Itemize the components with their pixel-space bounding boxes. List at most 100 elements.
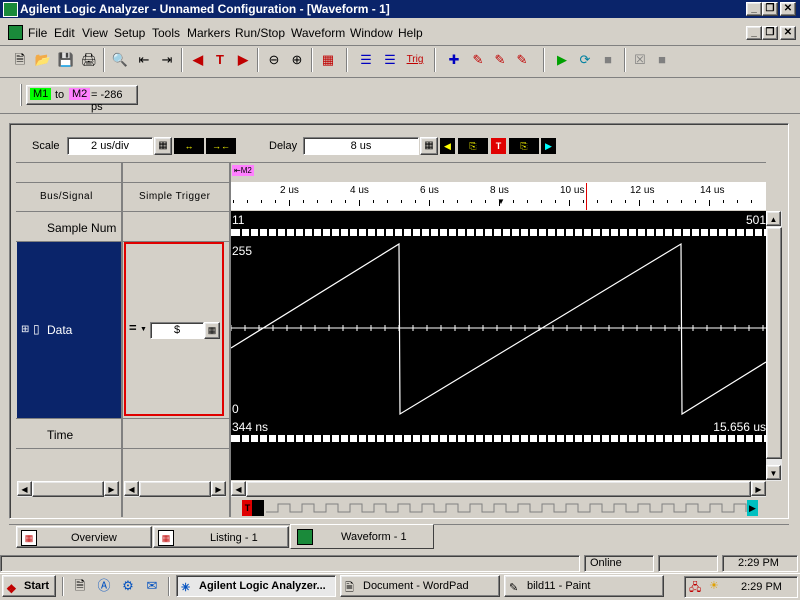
scroll-right-icon[interactable]: ▶ (211, 481, 226, 496)
ruler-tick-mark (639, 200, 640, 206)
scroll-thumb[interactable] (766, 227, 782, 459)
open-icon[interactable]: 📂 (33, 50, 53, 70)
scale-compress-icon[interactable]: →← (206, 138, 236, 154)
network-icon[interactable]: ⚙ (118, 576, 138, 596)
marker-1-icon[interactable]: ✚ (444, 50, 464, 70)
trigger-value-input[interactable]: $ (150, 322, 204, 339)
sun-icon[interactable]: ☀ (709, 579, 719, 592)
outlook-icon[interactable]: ✉ (142, 576, 162, 596)
time-row-label[interactable]: Time (47, 428, 73, 442)
scroll-left-icon[interactable]: ◀ (124, 481, 139, 496)
delay-end-icon[interactable]: ▶ (541, 138, 556, 154)
save-icon[interactable]: 💾 (56, 50, 76, 70)
scale-input[interactable]: 2 us/div (67, 137, 153, 155)
internet-explorer-icon[interactable]: Ⓐ (94, 576, 114, 596)
close-button[interactable]: ✕ (780, 2, 796, 16)
viewport-indicator[interactable] (252, 500, 264, 516)
m2-marker-tag[interactable]: ⇤M2 (232, 165, 254, 176)
trigger-operator[interactable]: = (129, 320, 137, 335)
menu-waveform[interactable]: Waveform (291, 26, 345, 40)
menu-markers[interactable]: Markers (187, 26, 230, 40)
scroll-thumb[interactable] (139, 481, 211, 497)
new-icon[interactable]: 🗎 (10, 50, 30, 70)
go-to-trigger-icon[interactable]: T (210, 50, 230, 70)
menu-help[interactable]: Help (398, 26, 423, 40)
doc-close-button[interactable]: ✕ (780, 26, 796, 40)
scroll-right-icon[interactable]: ▶ (104, 481, 119, 496)
menu-setup[interactable]: Setup (114, 26, 145, 40)
delay-calc-icon[interactable]: ▦ (420, 137, 438, 155)
run-icon[interactable]: ▶ (552, 50, 572, 70)
menu-file[interactable]: File (28, 26, 47, 40)
sample-num-row-label[interactable]: Sample Num (47, 221, 119, 235)
scroll-left-icon[interactable]: ◀ (17, 481, 32, 496)
chevron-down-icon[interactable]: ▼ (140, 326, 147, 333)
scale-calc-icon[interactable]: ▦ (154, 137, 172, 155)
tab-listing[interactable]: ▦ Listing - 1 (153, 526, 289, 548)
tab-waveform[interactable]: Waveform - 1 (290, 524, 434, 549)
find-previous-icon[interactable]: ⇤ (134, 50, 154, 70)
connect-icon[interactable]: ▦ (318, 50, 338, 70)
scroll-left-icon[interactable]: ◀ (231, 481, 246, 496)
find-next-icon[interactable]: ⇥ (157, 50, 177, 70)
cancel-icon[interactable]: ☒ (630, 50, 650, 70)
waveform-display[interactable]: 11 501 255 0 344 ns 15.656 us (231, 211, 766, 480)
menu-run-stop[interactable]: Run/Stop (235, 26, 285, 40)
taskbar-item-wordpad[interactable]: 🗎 Document - WordPad (340, 575, 500, 597)
scroll-thumb[interactable] (246, 481, 751, 497)
tab-overview[interactable]: ▦ Overview (16, 526, 152, 548)
delay-input[interactable]: 8 us (303, 137, 419, 155)
show-desktop-icon[interactable]: 🗎 (70, 576, 90, 596)
minimize-button[interactable]: _ (746, 2, 762, 16)
zoom-out-icon[interactable]: ⊖ (264, 50, 284, 70)
delay-next-edge-icon[interactable]: ⎘ (509, 138, 539, 154)
overview-strip[interactable]: T ▶ (242, 500, 758, 516)
run-repetitive-icon[interactable]: ⟳ (575, 50, 595, 70)
trigger-calc-icon[interactable]: ▦ (204, 322, 220, 339)
find-icon[interactable]: 🔍 (110, 50, 130, 70)
zoom-in-icon[interactable]: ⊕ (287, 50, 307, 70)
waveform-horizontal-scrollbar[interactable]: ◀ ▶ (231, 481, 766, 497)
menu-window[interactable]: Window (350, 26, 393, 40)
trig-button[interactable]: Trig (404, 50, 426, 70)
network-status-icon[interactable]: 🖧 (689, 579, 701, 598)
delay-start-icon[interactable]: ◀ (440, 138, 455, 154)
maximize-button[interactable]: ❐ (762, 2, 778, 16)
bus-signal-header[interactable]: Bus/Signal (40, 191, 93, 202)
scroll-right-icon[interactable]: ▶ (751, 481, 766, 496)
scroll-up-icon[interactable]: ▲ (766, 211, 781, 226)
stop-all-icon[interactable]: ■ (652, 50, 672, 70)
menu-tools[interactable]: Tools (152, 26, 180, 40)
expand-icon[interactable]: ⊞ (21, 324, 29, 335)
stop-icon[interactable]: ■ (598, 50, 618, 70)
go-to-end-icon[interactable]: ▶ (233, 50, 253, 70)
properties-icon[interactable]: ☰ (356, 50, 376, 70)
start-button[interactable]: ❖ Start (2, 575, 56, 597)
marker-2-icon[interactable]: ✎ (468, 50, 488, 70)
go-to-start-icon[interactable]: ◀ (188, 50, 208, 70)
print-icon[interactable]: 🖨 (79, 50, 99, 70)
marker-readout[interactable]: M1 to M2 = -286 ps (26, 85, 138, 113)
signal-column-scrollbar[interactable]: ◀ ▶ (17, 481, 119, 497)
doc-restore-button[interactable]: ❐ (762, 26, 778, 40)
simple-trigger-header[interactable]: Simple Trigger (139, 191, 210, 202)
taskbar-item-logic-analyzer[interactable]: ✳ Agilent Logic Analyzer... (176, 575, 336, 597)
taskbar-item-paint[interactable]: ✎ bild11 - Paint (504, 575, 664, 597)
menu-view[interactable]: View (82, 26, 108, 40)
data-row[interactable]: ⊞ ▯ Data (17, 242, 121, 418)
overview-end-icon[interactable]: ▶ (747, 500, 758, 516)
delay-prev-edge-icon[interactable]: ⎘ (458, 138, 488, 154)
list-icon[interactable]: ☰ (380, 50, 400, 70)
menu-edit[interactable]: Edit (54, 26, 75, 40)
tab-listing-label: Listing - 1 (210, 532, 258, 544)
scroll-down-icon[interactable]: ▼ (766, 465, 781, 480)
scale-expand-icon[interactable]: ↔ (174, 138, 204, 154)
delay-trigger-icon[interactable]: T (491, 138, 506, 154)
marker-4-icon[interactable]: ✎ (512, 50, 532, 70)
marker-3-icon[interactable]: ✎ (490, 50, 510, 70)
waveform-vertical-scrollbar[interactable]: ▲ ▼ (766, 211, 782, 481)
scroll-thumb[interactable] (32, 481, 104, 497)
trigger-cell[interactable]: = ▼ $ ▦ (124, 242, 224, 416)
trigger-column-scrollbar[interactable]: ◀ ▶ (124, 481, 226, 497)
doc-minimize-button[interactable]: _ (746, 26, 762, 40)
